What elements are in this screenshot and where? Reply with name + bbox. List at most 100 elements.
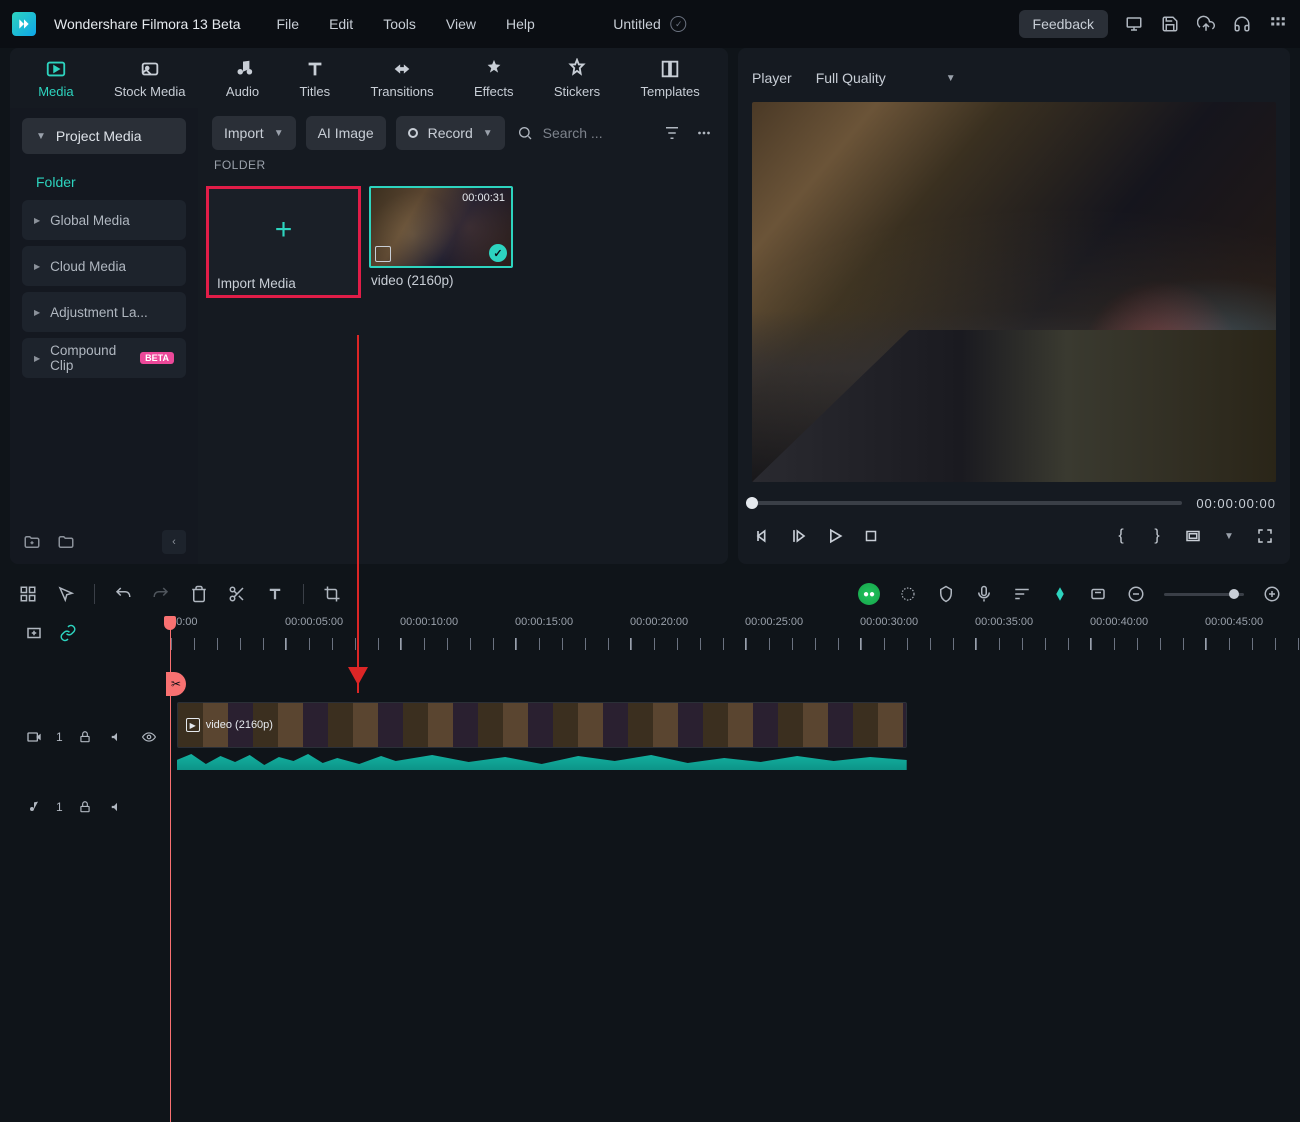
zoom-in-icon[interactable] [1262,584,1282,604]
chevron-down-icon[interactable]: ▼ [1218,525,1240,547]
sidebar-item-adjustment-layer[interactable]: ▶Adjustment La... [22,292,186,332]
menu-view[interactable]: View [446,16,476,32]
preview-video[interactable] [752,102,1276,482]
menu-file[interactable]: File [277,16,300,32]
search-icon[interactable] [515,123,535,143]
new-folder-icon[interactable] [22,532,42,552]
clip-card[interactable]: 00:00:31 ✓ video (2160p) [369,186,513,298]
folder-heading[interactable]: Folder [22,164,186,200]
timeline: ●● 00:00 00:00:05:00 00:00:10:00 00:00:1… [0,572,1300,842]
sparkle-icon[interactable] [898,584,918,604]
step-forward-icon[interactable] [788,525,810,547]
import-media-card[interactable]: + Import Media [206,186,361,298]
mark-in-icon[interactable]: { [1110,525,1132,547]
ai-assistant-icon[interactable]: ●● [858,583,880,605]
marker-icon[interactable] [936,584,956,604]
video-lane[interactable]: ▶ video (2160p) [173,702,1290,772]
collapse-sidebar-button[interactable]: ‹ [162,530,186,554]
folder-icon[interactable] [56,532,76,552]
layout-icon[interactable] [18,584,38,604]
zoom-slider[interactable] [1164,593,1244,596]
chevron-down-icon: ▼ [946,73,956,84]
add-track-icon[interactable] [24,623,44,643]
render-icon[interactable] [1088,584,1108,604]
menu-edit[interactable]: Edit [329,16,353,32]
quality-select[interactable]: Full Quality▼ [806,64,966,92]
audio-track-gutter: 1 [10,797,170,817]
sidebar-item-cloud-media[interactable]: ▶Cloud Media [22,246,186,286]
tab-stock-media[interactable]: Stock Media [114,58,186,99]
import-button[interactable]: Import▼ [212,116,296,150]
aspect-ratio-icon[interactable] [1182,525,1204,547]
tab-media[interactable]: Media [38,58,73,99]
mark-out-icon[interactable]: } [1146,525,1168,547]
menu-tools[interactable]: Tools [383,16,416,32]
timeline-lane[interactable]: ✂ [170,650,1290,702]
cloud-upload-icon[interactable] [1196,14,1216,34]
scrub-track[interactable] [752,501,1182,505]
project-media-button[interactable]: ▼Project Media [22,118,186,154]
split-icon[interactable] [227,584,247,604]
undo-icon[interactable] [113,584,133,604]
step-back-icon[interactable] [752,525,774,547]
crop-icon[interactable] [322,584,342,604]
menu-help[interactable]: Help [506,16,535,32]
save-icon[interactable] [1160,14,1180,34]
timeline-clip[interactable]: ▶ video (2160p) [177,702,907,748]
ai-image-button[interactable]: AI Image [306,116,386,150]
timeline-tracks: ✂ 1 ▶ video (2160p) [10,650,1290,842]
audio-mixer-icon[interactable] [1012,584,1032,604]
ruler-tick-label: 00:00:45:00 [1205,616,1263,628]
tab-audio[interactable]: Audio [226,58,259,99]
visibility-icon[interactable] [139,727,159,747]
sidebar-item-compound-clip[interactable]: ▶Compound ClipBETA [22,338,186,378]
cursor-icon[interactable] [56,584,76,604]
audio-track-icon[interactable] [24,797,44,817]
delete-icon[interactable] [189,584,209,604]
headphones-icon[interactable] [1232,14,1252,34]
mute-icon[interactable] [107,797,127,817]
microphone-icon[interactable] [974,584,994,604]
text-icon[interactable] [265,584,285,604]
mute-icon[interactable] [107,727,127,747]
timeline-ruler[interactable]: 00:00 00:00:05:00 00:00:10:00 00:00:15:0… [170,616,1290,650]
link-icon[interactable] [58,623,78,643]
lock-icon[interactable] [75,727,95,747]
scrub-knob[interactable] [746,497,758,509]
lock-icon[interactable] [75,797,95,817]
tab-stickers[interactable]: Stickers [554,58,600,99]
tab-transitions[interactable]: Transitions [370,58,433,99]
chevron-right-icon: ▶ [34,308,40,317]
stop-icon[interactable] [860,525,882,547]
playhead[interactable] [170,616,171,1122]
cut-handle[interactable]: ✂ [166,672,186,696]
redo-icon[interactable] [151,584,171,604]
play-icon[interactable] [824,525,846,547]
search-input[interactable] [543,125,623,141]
document-title[interactable]: Untitled [613,16,660,32]
app-title: Wondershare Filmora 13 Beta [54,16,241,32]
video-track-icon[interactable] [24,727,44,747]
keyframe-icon[interactable] [1050,584,1070,604]
filter-icon[interactable] [662,123,682,143]
ruler-tick-label: 00:00:20:00 [630,616,688,628]
audio-lane[interactable] [170,772,1290,842]
player-label: Player [752,70,792,86]
document-title-wrap: Untitled ✓ [613,16,686,32]
clip-label: video (2160p) [369,268,513,293]
monitor-icon[interactable] [1124,14,1144,34]
more-icon[interactable] [694,123,714,143]
tab-templates-label: Templates [640,84,699,99]
sidebar-item-global-media[interactable]: ▶Global Media [22,200,186,240]
zoom-slider-knob[interactable] [1229,589,1239,599]
grid-icon[interactable] [1268,14,1288,34]
tab-effects[interactable]: Effects [474,58,514,99]
fullscreen-icon[interactable] [1254,525,1276,547]
tab-titles[interactable]: Titles [300,58,331,99]
record-button[interactable]: Record▼ [396,116,505,150]
tab-templates[interactable]: Templates [640,58,699,99]
zoom-out-icon[interactable] [1126,584,1146,604]
search-wrap [515,123,652,143]
feedback-button[interactable]: Feedback [1019,10,1108,38]
media-sidebar: ▼Project Media Folder ▶Global Media ▶Clo… [10,108,198,564]
